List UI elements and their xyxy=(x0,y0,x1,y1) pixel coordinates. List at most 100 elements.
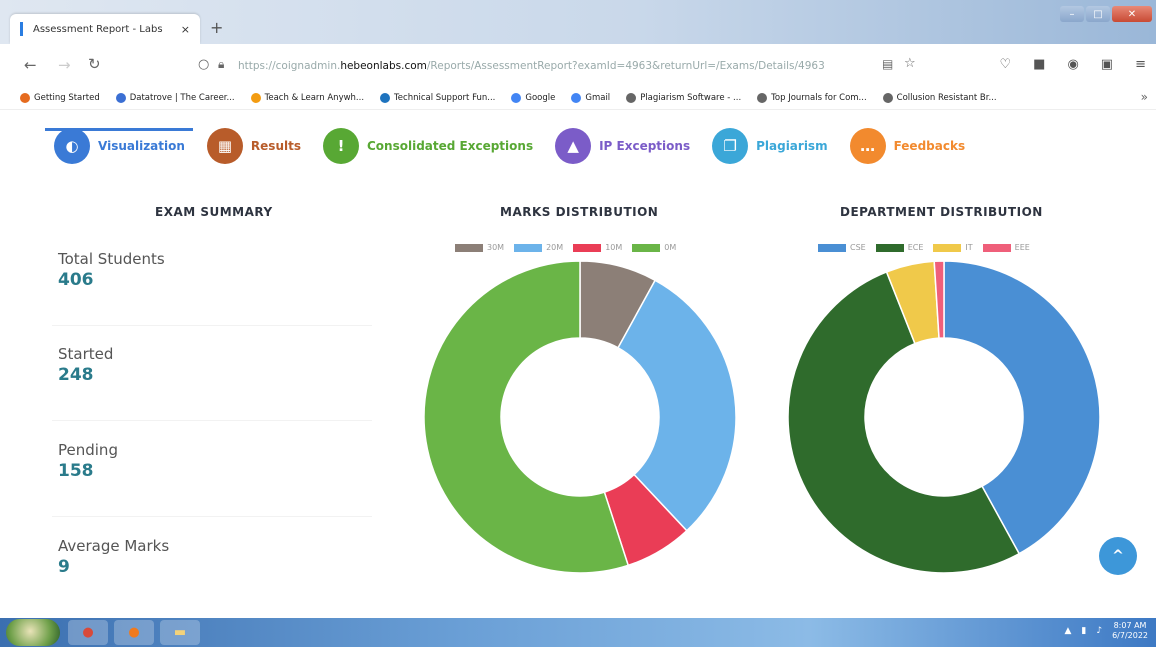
legend-item[interactable]: 10M xyxy=(573,243,622,252)
network-icon[interactable]: ▮ xyxy=(1081,626,1086,636)
bookmark-label: Top Journals for Com... xyxy=(771,92,867,103)
legend-swatch xyxy=(933,243,962,252)
bookmark-icon xyxy=(250,92,261,103)
legend-item[interactable]: CSE xyxy=(818,243,866,252)
warning-icon: ▲ xyxy=(555,128,592,164)
stat-value: 9 xyxy=(58,557,70,577)
tab-ip-exceptions[interactable]: ▲ IP Exceptions xyxy=(555,128,690,164)
clock-date: 6/7/2022 xyxy=(1112,631,1148,640)
legend-label: 30M xyxy=(487,243,505,252)
legend-swatch xyxy=(632,243,661,252)
bookmark-icon xyxy=(115,92,126,103)
pocket-icon[interactable]: ♡ xyxy=(1000,57,1012,72)
legend-item[interactable]: 30M xyxy=(455,243,504,252)
lock-icon[interactable]: 🔒︎ xyxy=(218,57,224,72)
department-distribution-title: DEPARTMENT DISTRIBUTION xyxy=(840,205,1043,219)
back-arrow-icon[interactable]: ← xyxy=(24,56,37,74)
bookmark-label: Gmail xyxy=(585,92,611,103)
stat-value: 406 xyxy=(58,270,94,290)
bookmark-icon xyxy=(757,92,768,103)
system-tray: ▲ ▮ ♪ 8:07 AM 6/7/2022 xyxy=(1064,621,1148,641)
chrome-taskbar-icon[interactable]: ● xyxy=(68,620,108,645)
legend-swatch xyxy=(455,243,483,252)
legend-item[interactable]: 20M xyxy=(514,243,563,252)
address-bar[interactable]: ○ 🔒︎ https://coignadmin.hebeonlabs.com/R… xyxy=(192,52,932,80)
legend-item[interactable]: EEE xyxy=(982,243,1030,252)
pie-chart-icon: ◐ xyxy=(54,128,90,164)
bookmark-label: Datatrove | The Career... xyxy=(129,92,235,103)
clock-time: 8:07 AM xyxy=(1113,621,1147,630)
bookmark-item[interactable]: Plagiarism Software - ... xyxy=(626,92,741,103)
tab-label: Visualization xyxy=(98,139,185,153)
tab-title: Assessment Report - Labs xyxy=(33,23,163,35)
reader-view-icon[interactable]: ▤ xyxy=(882,57,893,71)
stat-label: Started xyxy=(58,345,114,363)
clock[interactable]: 8:07 AM 6/7/2022 xyxy=(1112,621,1148,641)
legend-item[interactable]: 0M xyxy=(632,243,676,252)
forward-arrow-icon[interactable]: → xyxy=(58,56,71,74)
bookmark-label: Google xyxy=(525,92,556,103)
file-explorer-taskbar-icon[interactable]: ▬ xyxy=(160,620,200,645)
tab-label: Consolidated Exceptions xyxy=(366,139,534,153)
legend-label: ECE xyxy=(907,243,924,252)
bookmark-label: Teach & Learn Anywh... xyxy=(264,92,365,103)
tray-expand-icon[interactable]: ▲ xyxy=(1064,626,1071,636)
marks-legend: 30M 20M 10M 0M xyxy=(455,243,676,252)
bookmark-item[interactable]: Top Journals for Com... xyxy=(757,92,867,103)
volume-icon[interactable]: ♪ xyxy=(1096,626,1102,636)
bookmark-item[interactable]: Datatrove | The Career... xyxy=(115,92,235,103)
stat-value: 248 xyxy=(58,365,94,385)
bookmark-item[interactable]: Collusion Resistant Br... xyxy=(882,92,997,103)
scroll-to-top-button[interactable]: ^ xyxy=(1099,537,1137,575)
bookmark-item[interactable]: Teach & Learn Anywh... xyxy=(250,92,365,103)
legend-label: 20M xyxy=(546,243,564,252)
menu-hamburger-icon[interactable]: ≡ xyxy=(1135,57,1146,72)
url-text: https://coignadmin.hebeonlabs.com/Report… xyxy=(238,60,825,72)
bookmark-icon xyxy=(571,92,582,103)
report-tabs: ◐ Visualization ▦ Results! Consolidated Exce… xyxy=(44,128,987,164)
maximize-button[interactable]: □ xyxy=(1086,6,1110,22)
tab-close-icon[interactable]: × xyxy=(181,23,190,36)
bookmark-icon xyxy=(20,92,30,103)
tab-consolidated-exceptions[interactable]: ! Consolidated Exceptions xyxy=(322,128,534,164)
marks-donut-chart xyxy=(423,260,737,574)
reload-icon[interactable]: ↻ xyxy=(88,55,101,73)
legend-item[interactable]: ECE xyxy=(875,243,924,252)
stat-label: Total Students xyxy=(58,250,165,268)
bookmarks-bar: Getting Started Datatrove | The Career...… xyxy=(0,86,1156,110)
minimize-button[interactable]: – xyxy=(1060,6,1084,22)
bookmark-item[interactable]: Gmail xyxy=(571,92,611,103)
bookmark-item[interactable]: Getting Started xyxy=(20,92,100,103)
tab-feedbacks[interactable]: … Feedbacks xyxy=(849,128,965,164)
browser-tab[interactable]: Assessment Report - Labs × xyxy=(10,14,200,44)
account-icon[interactable]: ◉ xyxy=(1067,57,1078,72)
start-button[interactable] xyxy=(6,619,60,646)
extension-icon[interactable]: ■ xyxy=(1033,57,1045,72)
tab-visualization[interactable]: ◐ Visualization xyxy=(54,128,185,164)
new-tab-button[interactable]: + xyxy=(210,18,223,37)
toolbar-icons: ♡ ■ ◉ ▣ ≡ xyxy=(1000,57,1147,72)
shield-icon[interactable]: ○ xyxy=(198,57,209,72)
divider xyxy=(52,516,372,517)
browser-tab-bar: Assessment Report - Labs × + – □ ✕ xyxy=(0,0,1156,44)
assessment-report-page: ◐ Visualization ▦ Results! Consolidated Exce… xyxy=(0,110,1156,618)
bookmarks-overflow-icon[interactable]: » xyxy=(1141,90,1148,104)
exclamation-icon: ! xyxy=(322,128,359,164)
exam-summary-title: EXAM SUMMARY xyxy=(155,205,273,219)
windows-taskbar: ● ● ▬ ▲ ▮ ♪ 8:07 AM 6/7/2022 xyxy=(0,618,1156,647)
bookmark-item[interactable]: Technical Support Fun... xyxy=(380,92,495,103)
legend-swatch xyxy=(514,243,543,252)
bookmark-item[interactable]: Google xyxy=(511,92,556,103)
stat-pending: Pending 158 xyxy=(58,441,118,481)
tab-results[interactable]: ▦ Results xyxy=(206,128,301,164)
legend-item[interactable]: IT xyxy=(933,243,973,252)
stat-label: Average Marks xyxy=(58,537,170,555)
firefox-taskbar-icon[interactable]: ● xyxy=(114,620,154,645)
extensions-puzzle-icon[interactable]: ▣ xyxy=(1101,57,1113,72)
legend-swatch xyxy=(573,243,602,252)
tab-plagiarism[interactable]: ❐ Plagiarism xyxy=(712,128,828,164)
bookmark-label: Collusion Resistant Br... xyxy=(896,92,997,103)
legend-swatch xyxy=(875,243,904,252)
close-window-button[interactable]: ✕ xyxy=(1112,6,1152,22)
bookmark-star-icon[interactable]: ☆ xyxy=(904,56,916,71)
